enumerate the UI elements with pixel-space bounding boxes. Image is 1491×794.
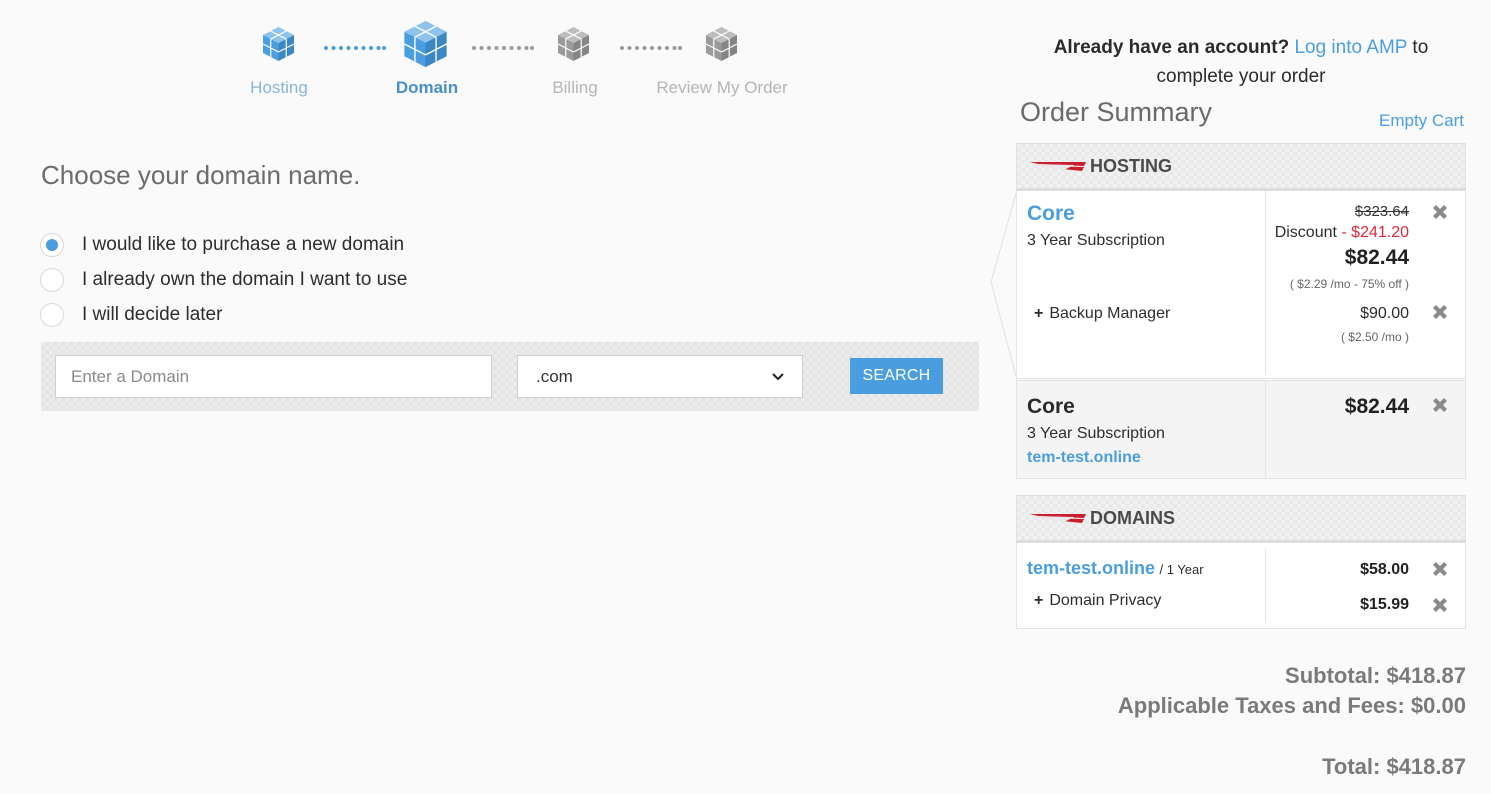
step-domain[interactable]: Domain (347, 78, 507, 98)
hosting-item-name: Core (1027, 202, 1075, 225)
login-prompt: Already have an account? Log into AMP to… (1016, 33, 1466, 91)
step-billing: Billing (552, 78, 598, 97)
hosting-section-title: HOSTING (1090, 155, 1173, 176)
login-line2: complete your order (1156, 66, 1326, 87)
option-purchase-new-domain[interactable]: I would like to purchase a new domain (40, 233, 404, 257)
remove-selected-icon[interactable] (1430, 395, 1450, 415)
step-hosting[interactable]: Hosting (199, 78, 359, 98)
column-divider (1265, 191, 1266, 375)
original-price: $323.64 (1354, 203, 1409, 220)
domain-search-input[interactable] (55, 355, 492, 398)
progress-dots-3 (620, 46, 682, 50)
login-question: Already have an account? (1053, 37, 1290, 58)
progress-dots-1 (324, 46, 386, 50)
login-suffix: to (1412, 37, 1429, 58)
empty-cart-link[interactable]: Empty Cart (1379, 111, 1464, 131)
column-divider (1265, 381, 1266, 478)
discount-label: Discount (1274, 224, 1337, 241)
billing-cube-icon (557, 27, 590, 61)
callout-pointer (990, 190, 1018, 380)
domain-search-bar: .com SEARCH (41, 342, 979, 411)
hosting-price: $82.44 (1344, 246, 1409, 269)
privacy-price: $15.99 (1360, 596, 1409, 613)
search-button[interactable]: SEARCH (850, 358, 943, 394)
option-label: I would like to purchase a new domain (82, 234, 405, 255)
discount-value: - $241.20 (1341, 224, 1409, 241)
domain-item-name[interactable]: tem-test.online (1027, 558, 1155, 578)
addon-price: $90.00 (1360, 305, 1409, 322)
tld-selected-value: .com (536, 366, 573, 386)
selected-plan-price: $82.44 (1344, 395, 1409, 418)
domains-section-title: DOMAINS (1090, 507, 1175, 528)
order-summary-title: Order Summary (1020, 97, 1213, 127)
hosting-section-header: HOSTING (1016, 143, 1466, 191)
addon-name: Domain Privacy (1049, 592, 1162, 609)
domain-item-price: $58.00 (1360, 561, 1409, 578)
order-total: Total: $418.87 (1322, 754, 1466, 779)
domain-item-box: tem-test.online / 1 Year $58.00 + Domain … (1016, 543, 1466, 629)
taxes-and-fees: Applicable Taxes and Fees: $0.00 (1117, 693, 1466, 718)
addon-backup-manager: + Backup Manager (1034, 305, 1170, 323)
review-cube-icon (705, 27, 738, 61)
radio-button[interactable] (40, 268, 64, 292)
option-own-domain[interactable]: I already own the domain I want to use (40, 268, 407, 292)
hosting-monthly: ( $2.29 /mo - 75% off ) (1289, 277, 1409, 291)
hosting-cube-icon[interactable] (262, 26, 295, 62)
option-label: I already own the domain I want to use (82, 269, 408, 290)
radio-button[interactable] (40, 303, 64, 327)
domain-item-term: / 1 Year (1159, 562, 1204, 577)
step-review-my-order: Review My Order (656, 78, 788, 97)
addon-plus: + (1034, 305, 1044, 322)
addon-monthly: ( $2.50 /mo ) (1340, 330, 1409, 344)
remove-hosting-icon[interactable] (1430, 202, 1450, 222)
discount-line: Discount - $241.20 (1275, 224, 1409, 242)
addon-domain-privacy: + Domain Privacy (1034, 592, 1161, 610)
remove-domain-icon[interactable] (1430, 559, 1450, 579)
option-decide-later[interactable]: I will decide later (40, 303, 222, 327)
selected-plan-name: Core (1027, 395, 1075, 418)
login-link[interactable]: Log into AMP (1294, 37, 1407, 58)
selected-plan-term: 3 Year Subscription (1027, 425, 1165, 442)
chevron-down-icon (772, 372, 784, 380)
selected-plan-domain[interactable]: tem-test.online (1027, 449, 1141, 467)
domains-section-header: DOMAINS (1016, 495, 1466, 543)
flag-icon (1030, 514, 1086, 523)
addon-name: Backup Manager (1049, 305, 1171, 322)
addon-plus: + (1034, 592, 1044, 609)
radio-button[interactable] (40, 233, 64, 257)
option-label: I will decide later (82, 304, 223, 325)
domain-cube-icon[interactable] (403, 19, 448, 69)
flag-icon (1030, 162, 1086, 171)
subtotal: Subtotal: $418.87 (1285, 663, 1466, 688)
page-title: Choose your domain name. (41, 160, 361, 190)
remove-privacy-icon[interactable] (1430, 595, 1450, 615)
hosting-item-term: 3 Year Subscription (1027, 232, 1165, 249)
domain-item-line: tem-test.online / 1 Year (1027, 558, 1204, 579)
remove-addon-icon[interactable] (1430, 302, 1450, 322)
column-divider (1265, 549, 1266, 623)
progress-dots-2 (472, 46, 534, 50)
tld-select[interactable]: .com (517, 355, 803, 398)
hosting-item-box: Core 3 Year Subscription $323.64 Discoun… (1016, 191, 1466, 379)
hosting-selected-box: Core 3 Year Subscription tem-test.online… (1016, 380, 1466, 479)
